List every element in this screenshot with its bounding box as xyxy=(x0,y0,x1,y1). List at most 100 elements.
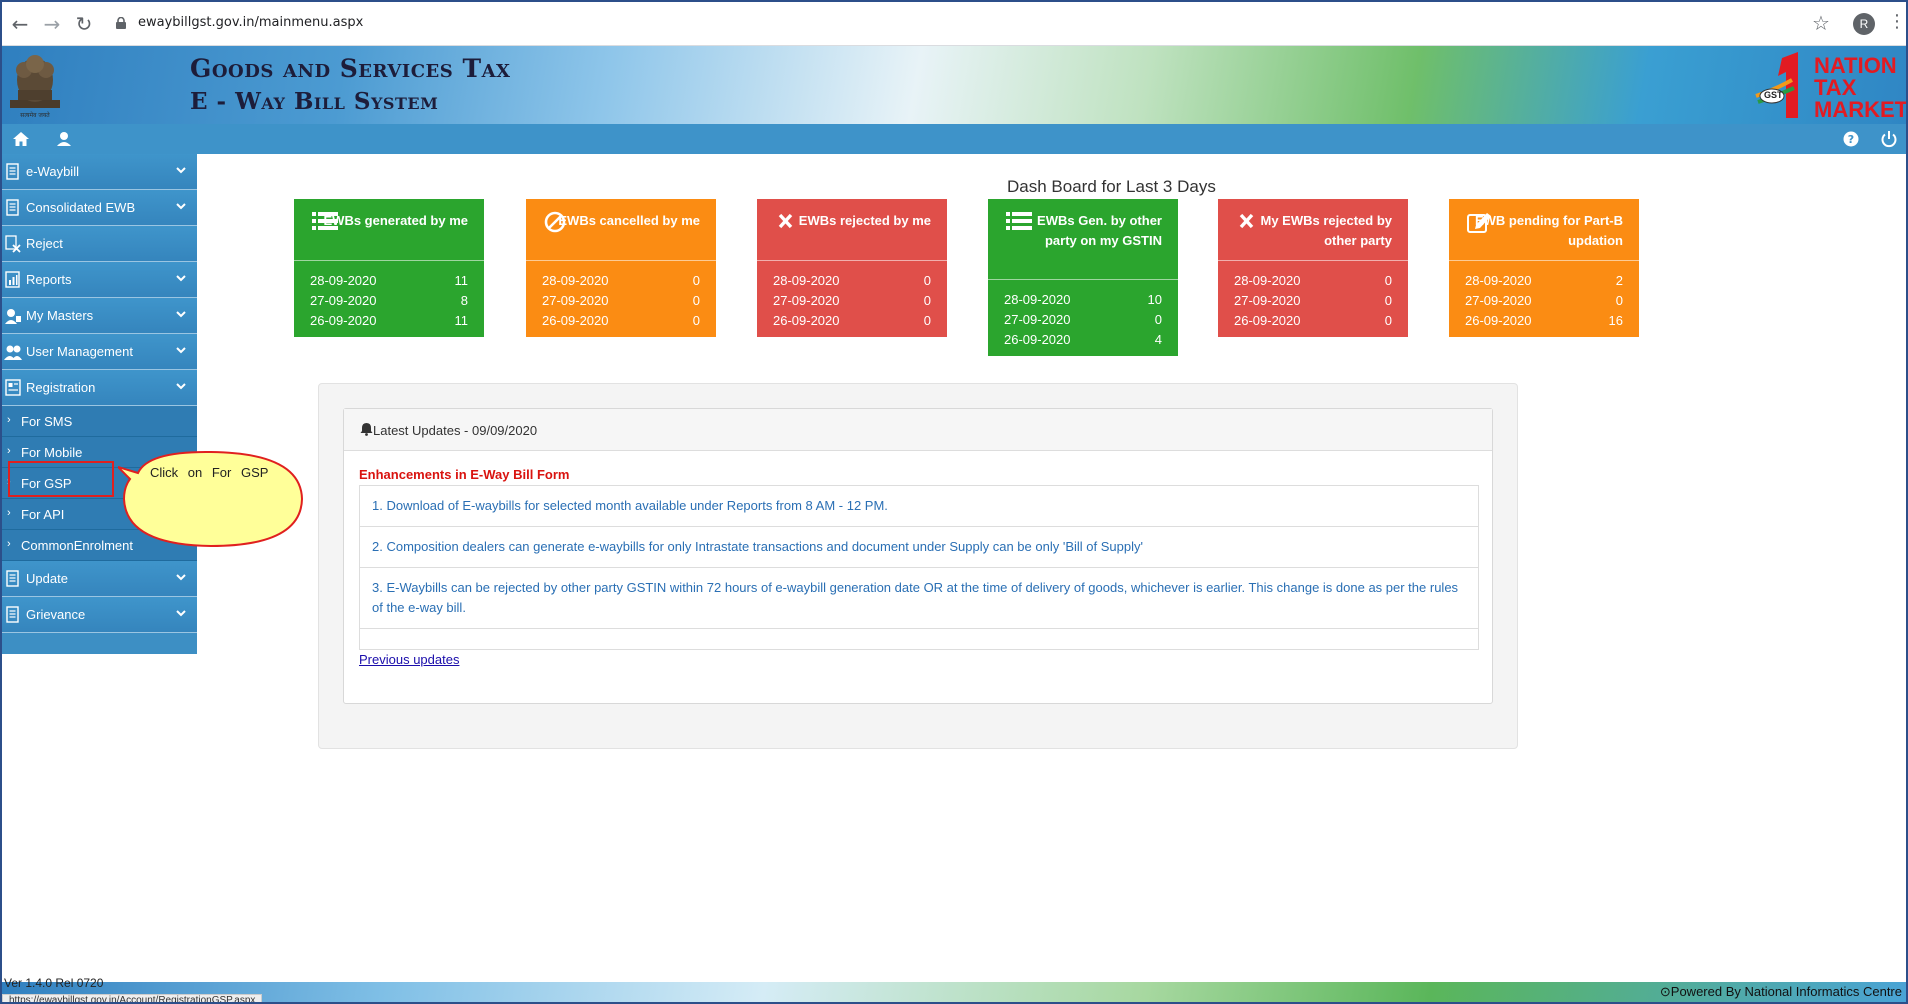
back-icon[interactable]: ← xyxy=(8,12,32,36)
sidebar-item-label: Grievance xyxy=(26,607,86,622)
sidebar-item-label: User Management xyxy=(26,344,133,359)
help-icon[interactable]: ? xyxy=(1841,129,1861,149)
tile-row: 27-09-2020 0 xyxy=(1465,291,1623,311)
tile-row-value: 0 xyxy=(692,293,700,308)
sidebar-item-user-management[interactable]: User Management xyxy=(2,334,197,370)
tile-row-date: 28-09-2020 xyxy=(310,273,377,288)
tile-row-value: 0 xyxy=(692,273,700,288)
sidebar-item-e-waybill[interactable]: e-Waybill xyxy=(2,154,197,190)
tile-header: EWBs rejected by me xyxy=(757,199,947,261)
powered-by-label: Powered By National Informatics Centre xyxy=(1670,984,1902,999)
lock-icon xyxy=(116,17,126,29)
tile-row-date: 27-09-2020 xyxy=(773,293,840,308)
tile-title: EWBs cancelled by me xyxy=(558,213,700,228)
tile-row-date: 27-09-2020 xyxy=(542,293,609,308)
version-text: Ver 1.4.0 Rel 0720 xyxy=(4,976,104,990)
logo-word-nation: NATION xyxy=(1814,53,1897,78)
tile-row-date: 28-09-2020 xyxy=(1234,273,1301,288)
chevron-right-icon: › xyxy=(7,445,11,457)
user-icon xyxy=(5,309,21,324)
tile-row: 27-09-2020 8 xyxy=(310,291,468,311)
for-gsp-highlight-box xyxy=(8,461,114,497)
tile-row-date: 27-09-2020 xyxy=(1234,293,1301,308)
tile-title: EWBs generated by me xyxy=(323,213,469,228)
tile-row-date: 26-09-2020 xyxy=(310,313,377,328)
tile-row-date: 28-09-2020 xyxy=(1004,292,1071,307)
document-icon xyxy=(6,606,19,623)
tile-header: EWBs generated by me xyxy=(294,199,484,261)
tile-row: 26-09-2020 0 xyxy=(773,311,931,331)
tile-row-date: 26-09-2020 xyxy=(1234,313,1301,328)
report-icon xyxy=(5,271,20,288)
tile-row-value: 10 xyxy=(1147,292,1162,307)
reject-icon xyxy=(5,235,21,253)
tile-row-value: 11 xyxy=(454,273,469,288)
tile-title: My EWBs rejected by other party xyxy=(1260,213,1393,248)
tile-row-date: 27-09-2020 xyxy=(1465,293,1532,308)
power-logout-icon[interactable] xyxy=(1879,129,1899,149)
callout-text: Click on For GSP xyxy=(150,465,269,480)
tile-row-date: 28-09-2020 xyxy=(1465,273,1532,288)
submenu-item-label: For API xyxy=(21,507,65,522)
previous-updates-link[interactable]: Previous updates xyxy=(359,652,459,667)
sidebar-item-my-masters[interactable]: My Masters xyxy=(2,298,197,334)
dashboard-tile-ewbs-generated-by-me[interactable]: EWBs generated by me 28-09-2020 11 27-09-20… xyxy=(294,199,484,337)
tile-row: 26-09-2020 11 xyxy=(310,311,468,331)
site-header-banner: सत्यमेव जयते Goods and Services Tax E - … xyxy=(2,46,1906,124)
sidebar-item-label: e-Waybill xyxy=(26,164,79,179)
update-item: 3. E-Waybills can be rejected by other p… xyxy=(360,568,1478,629)
sidebar-item-update[interactable]: Update xyxy=(2,561,197,597)
tile-header: EWB pending for Part-B updation xyxy=(1449,199,1639,261)
url-text: ewaybillgst.gov.in/mainmenu.aspx xyxy=(138,15,364,30)
bookmark-star-icon[interactable]: ☆ xyxy=(1812,11,1830,35)
dashboard-tile-ewbs-rejected-by-me[interactable]: EWBs rejected by me 28-09-2020 0 27-09-2020… xyxy=(757,199,947,337)
tile-row: 26-09-2020 16 xyxy=(1465,311,1623,331)
tile-row-value: 0 xyxy=(1384,313,1392,328)
chevron-down-icon xyxy=(176,383,186,390)
sidebar-item-reject[interactable]: Reject xyxy=(2,226,197,262)
chevron-right-icon: › xyxy=(7,507,11,519)
home-icon[interactable] xyxy=(11,129,31,149)
site-title-line1: Goods and Services Tax xyxy=(190,54,511,83)
forward-icon[interactable]: → xyxy=(40,12,64,36)
dashboard-tile-ewb-pending-for-part-b-updation[interactable]: EWB pending for Part-B updation 28-09-202… xyxy=(1449,199,1639,337)
latest-updates-panel: Latest Updates - 09/09/2020 Enhancements… xyxy=(343,408,1493,704)
tile-body: 28-09-2020 0 27-09-2020 0 26-09-2020 0 xyxy=(1218,261,1408,337)
tile-row: 28-09-2020 0 xyxy=(773,271,931,291)
screen: ← → ↻ ewaybillgst.gov.in/mainmenu.aspx ☆… xyxy=(0,0,1908,1004)
sidebar-item-label: Consolidated EWB xyxy=(26,200,136,215)
submenu-item-label: For SMS xyxy=(21,414,73,429)
submenu-item-label: CommonEnrolment xyxy=(21,538,133,553)
tile-row: 28-09-2020 2 xyxy=(1465,271,1623,291)
reload-icon[interactable]: ↻ xyxy=(72,12,96,36)
profile-avatar[interactable]: R xyxy=(1853,13,1875,35)
address-bar[interactable]: ewaybillgst.gov.in/mainmenu.aspx xyxy=(106,9,1796,39)
tile-row-date: 26-09-2020 xyxy=(773,313,840,328)
sidebar-item-consolidated-ewb[interactable]: Consolidated EWB xyxy=(2,190,197,226)
user-profile-icon[interactable] xyxy=(54,129,74,149)
sidebar-item-reports[interactable]: Reports xyxy=(2,262,197,298)
submenu-item-for-sms[interactable]: › For SMS xyxy=(2,406,197,437)
dashboard-tile-my-ewbs-rejected-by-other-party[interactable]: My EWBs rejected by other party 28-09-202… xyxy=(1218,199,1408,337)
sidebar-item-label: Reject xyxy=(26,236,63,251)
menu-icon[interactable]: ⋮ xyxy=(1888,11,1906,32)
sidebar-item-label: Reports xyxy=(26,272,72,287)
tile-row: 27-09-2020 0 xyxy=(1004,310,1162,330)
sidebar-item-registration[interactable]: Registration xyxy=(2,370,197,406)
callout-ellipse xyxy=(118,450,304,548)
tile-row-value: 0 xyxy=(1384,273,1392,288)
update-item: 1. Download of E-waybills for selected m… xyxy=(360,486,1478,527)
tile-row-value: 2 xyxy=(1615,273,1623,288)
update-item: 2. Composition dealers can generate e-wa… xyxy=(360,527,1478,568)
document-icon xyxy=(6,163,19,180)
chevron-down-icon xyxy=(176,311,186,318)
tile-row: 28-09-2020 11 xyxy=(310,271,468,291)
tile-row-value: 11 xyxy=(454,313,469,328)
sidebar-item-grievance[interactable]: Grievance xyxy=(2,597,197,633)
users-icon xyxy=(4,345,22,360)
tile-row-date: 27-09-2020 xyxy=(310,293,377,308)
dashboard-tile-ewbs-gen-by-other-party-on-my-gstin[interactable]: EWBs Gen. by other party on my GSTIN 28-0… xyxy=(988,199,1178,356)
tile-title: EWB pending for Part-B updation xyxy=(1474,213,1623,248)
tile-row-date: 26-09-2020 xyxy=(1004,332,1071,347)
dashboard-tile-ewbs-cancelled-by-me[interactable]: EWBs cancelled by me 28-09-2020 0 27-09-202… xyxy=(526,199,716,337)
